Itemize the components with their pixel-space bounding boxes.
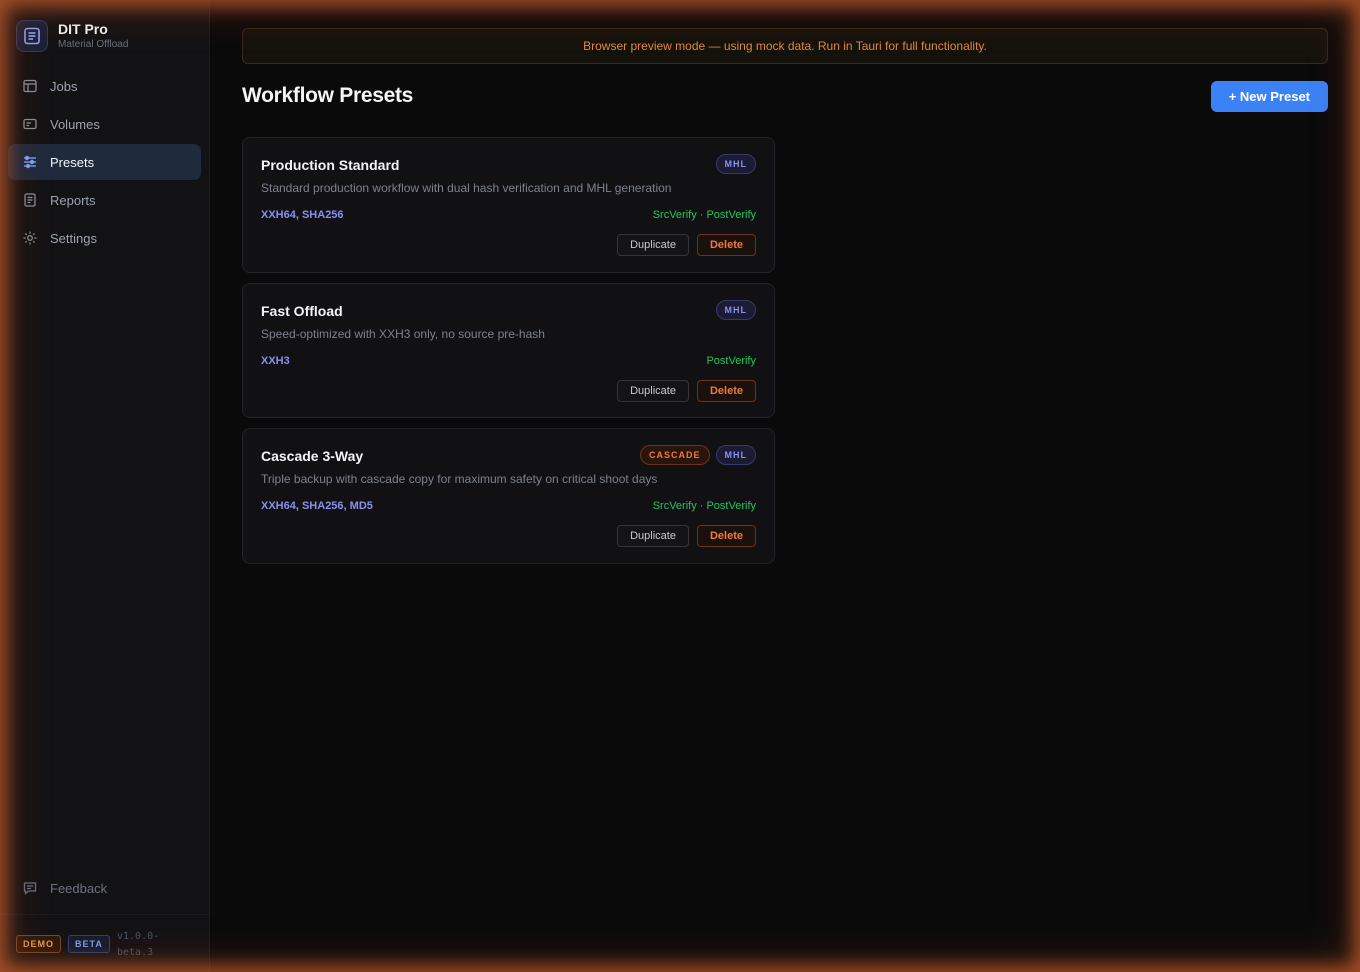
- preset-tags: CASCADE MHL: [639, 445, 756, 465]
- app-title: DIT Pro: [58, 20, 108, 37]
- preview-mode-banner: Browser preview mode — using mock data. …: [242, 28, 1328, 64]
- preset-description: Triple backup with cascade copy for maxi…: [261, 472, 658, 486]
- preset-tags: MHL: [715, 154, 756, 174]
- delete-button[interactable]: Delete: [696, 525, 756, 547]
- app-logo-icon: [16, 20, 48, 52]
- delete-button[interactable]: Delete: [696, 234, 756, 256]
- sidebar-footer: DEMO BETA v1.0.0-beta.3: [0, 914, 210, 972]
- preset-verify-modes: SrcVerify · PostVerify: [652, 209, 756, 221]
- page-title: Workflow Presets: [242, 84, 414, 107]
- preset-actions: Duplicate Delete: [617, 525, 756, 547]
- new-preset-button[interactable]: + New Preset: [1210, 81, 1328, 112]
- delete-button[interactable]: Delete: [696, 380, 756, 402]
- preset-algorithms: XXH3: [261, 355, 290, 367]
- preset-tags: MHL: [715, 300, 756, 320]
- preset-description: Speed-optimized with XXH3 only, no sourc…: [261, 327, 545, 341]
- preset-verify-modes: SrcVerify · PostVerify: [652, 500, 756, 512]
- document-icon: [24, 193, 36, 207]
- beta-badge: BETA: [68, 935, 110, 953]
- sidebar-nav: Jobs Volumes Presets Reports Settings: [8, 68, 201, 258]
- preset-description: Standard production workflow with dual h…: [261, 181, 672, 195]
- main-content: Browser preview mode — using mock data. …: [242, 0, 1328, 972]
- preset-card: Production Standard MHL Standard product…: [242, 137, 775, 273]
- sidebar-item-presets[interactable]: Presets: [8, 144, 201, 180]
- sidebar-item-label: Reports: [50, 192, 96, 208]
- preset-card: Fast Offload MHL Speed-optimized with XX…: [242, 283, 775, 418]
- drive-icon: [23, 118, 37, 130]
- sliders-icon: [24, 155, 36, 169]
- mhl-tag: MHL: [715, 445, 756, 465]
- version-label: v1.0.0-beta.3: [117, 931, 160, 958]
- sidebar: DIT Pro Material Offload Jobs Volumes Pr…: [0, 0, 210, 972]
- sidebar-item-reports[interactable]: Reports: [8, 182, 201, 218]
- feedback-link[interactable]: Feedback: [8, 870, 201, 906]
- chat-bubble-icon: [23, 882, 37, 895]
- sidebar-item-settings[interactable]: Settings: [8, 220, 201, 256]
- sidebar-item-label: Settings: [50, 230, 97, 246]
- sidebar-item-label: Presets: [50, 154, 95, 170]
- preset-name: Cascade 3-Way: [261, 448, 364, 464]
- preset-verify-modes: PostVerify: [706, 355, 756, 367]
- duplicate-button[interactable]: Duplicate: [617, 234, 689, 256]
- preset-algorithms: XXH64, SHA256, MD5: [261, 500, 373, 512]
- gear-icon: [23, 231, 37, 245]
- app-subtitle: Material Offload: [58, 38, 129, 50]
- mhl-tag: MHL: [715, 154, 756, 174]
- preset-card: Cascade 3-Way CASCADE MHL Triple backup …: [242, 428, 775, 564]
- demo-badge: DEMO: [16, 935, 61, 953]
- preset-name: Production Standard: [261, 157, 400, 173]
- sidebar-item-label: Volumes: [50, 116, 100, 132]
- mhl-tag: MHL: [715, 300, 756, 320]
- cascade-tag: CASCADE: [639, 445, 710, 465]
- preset-list: Production Standard MHL Standard product…: [242, 137, 775, 574]
- duplicate-button[interactable]: Duplicate: [617, 380, 689, 402]
- preset-name: Fast Offload: [261, 303, 343, 319]
- preset-algorithms: XXH64, SHA256: [261, 209, 344, 221]
- brand: DIT Pro Material Offload: [16, 20, 128, 52]
- preset-actions: Duplicate Delete: [617, 234, 756, 256]
- preset-actions: Duplicate Delete: [617, 380, 756, 402]
- feedback-label: Feedback: [50, 880, 108, 896]
- sidebar-item-label: Jobs: [50, 78, 78, 94]
- duplicate-button[interactable]: Duplicate: [617, 525, 689, 547]
- calendar-grid-icon: [23, 79, 37, 93]
- sidebar-item-jobs[interactable]: Jobs: [8, 68, 201, 104]
- sidebar-item-volumes[interactable]: Volumes: [8, 106, 201, 142]
